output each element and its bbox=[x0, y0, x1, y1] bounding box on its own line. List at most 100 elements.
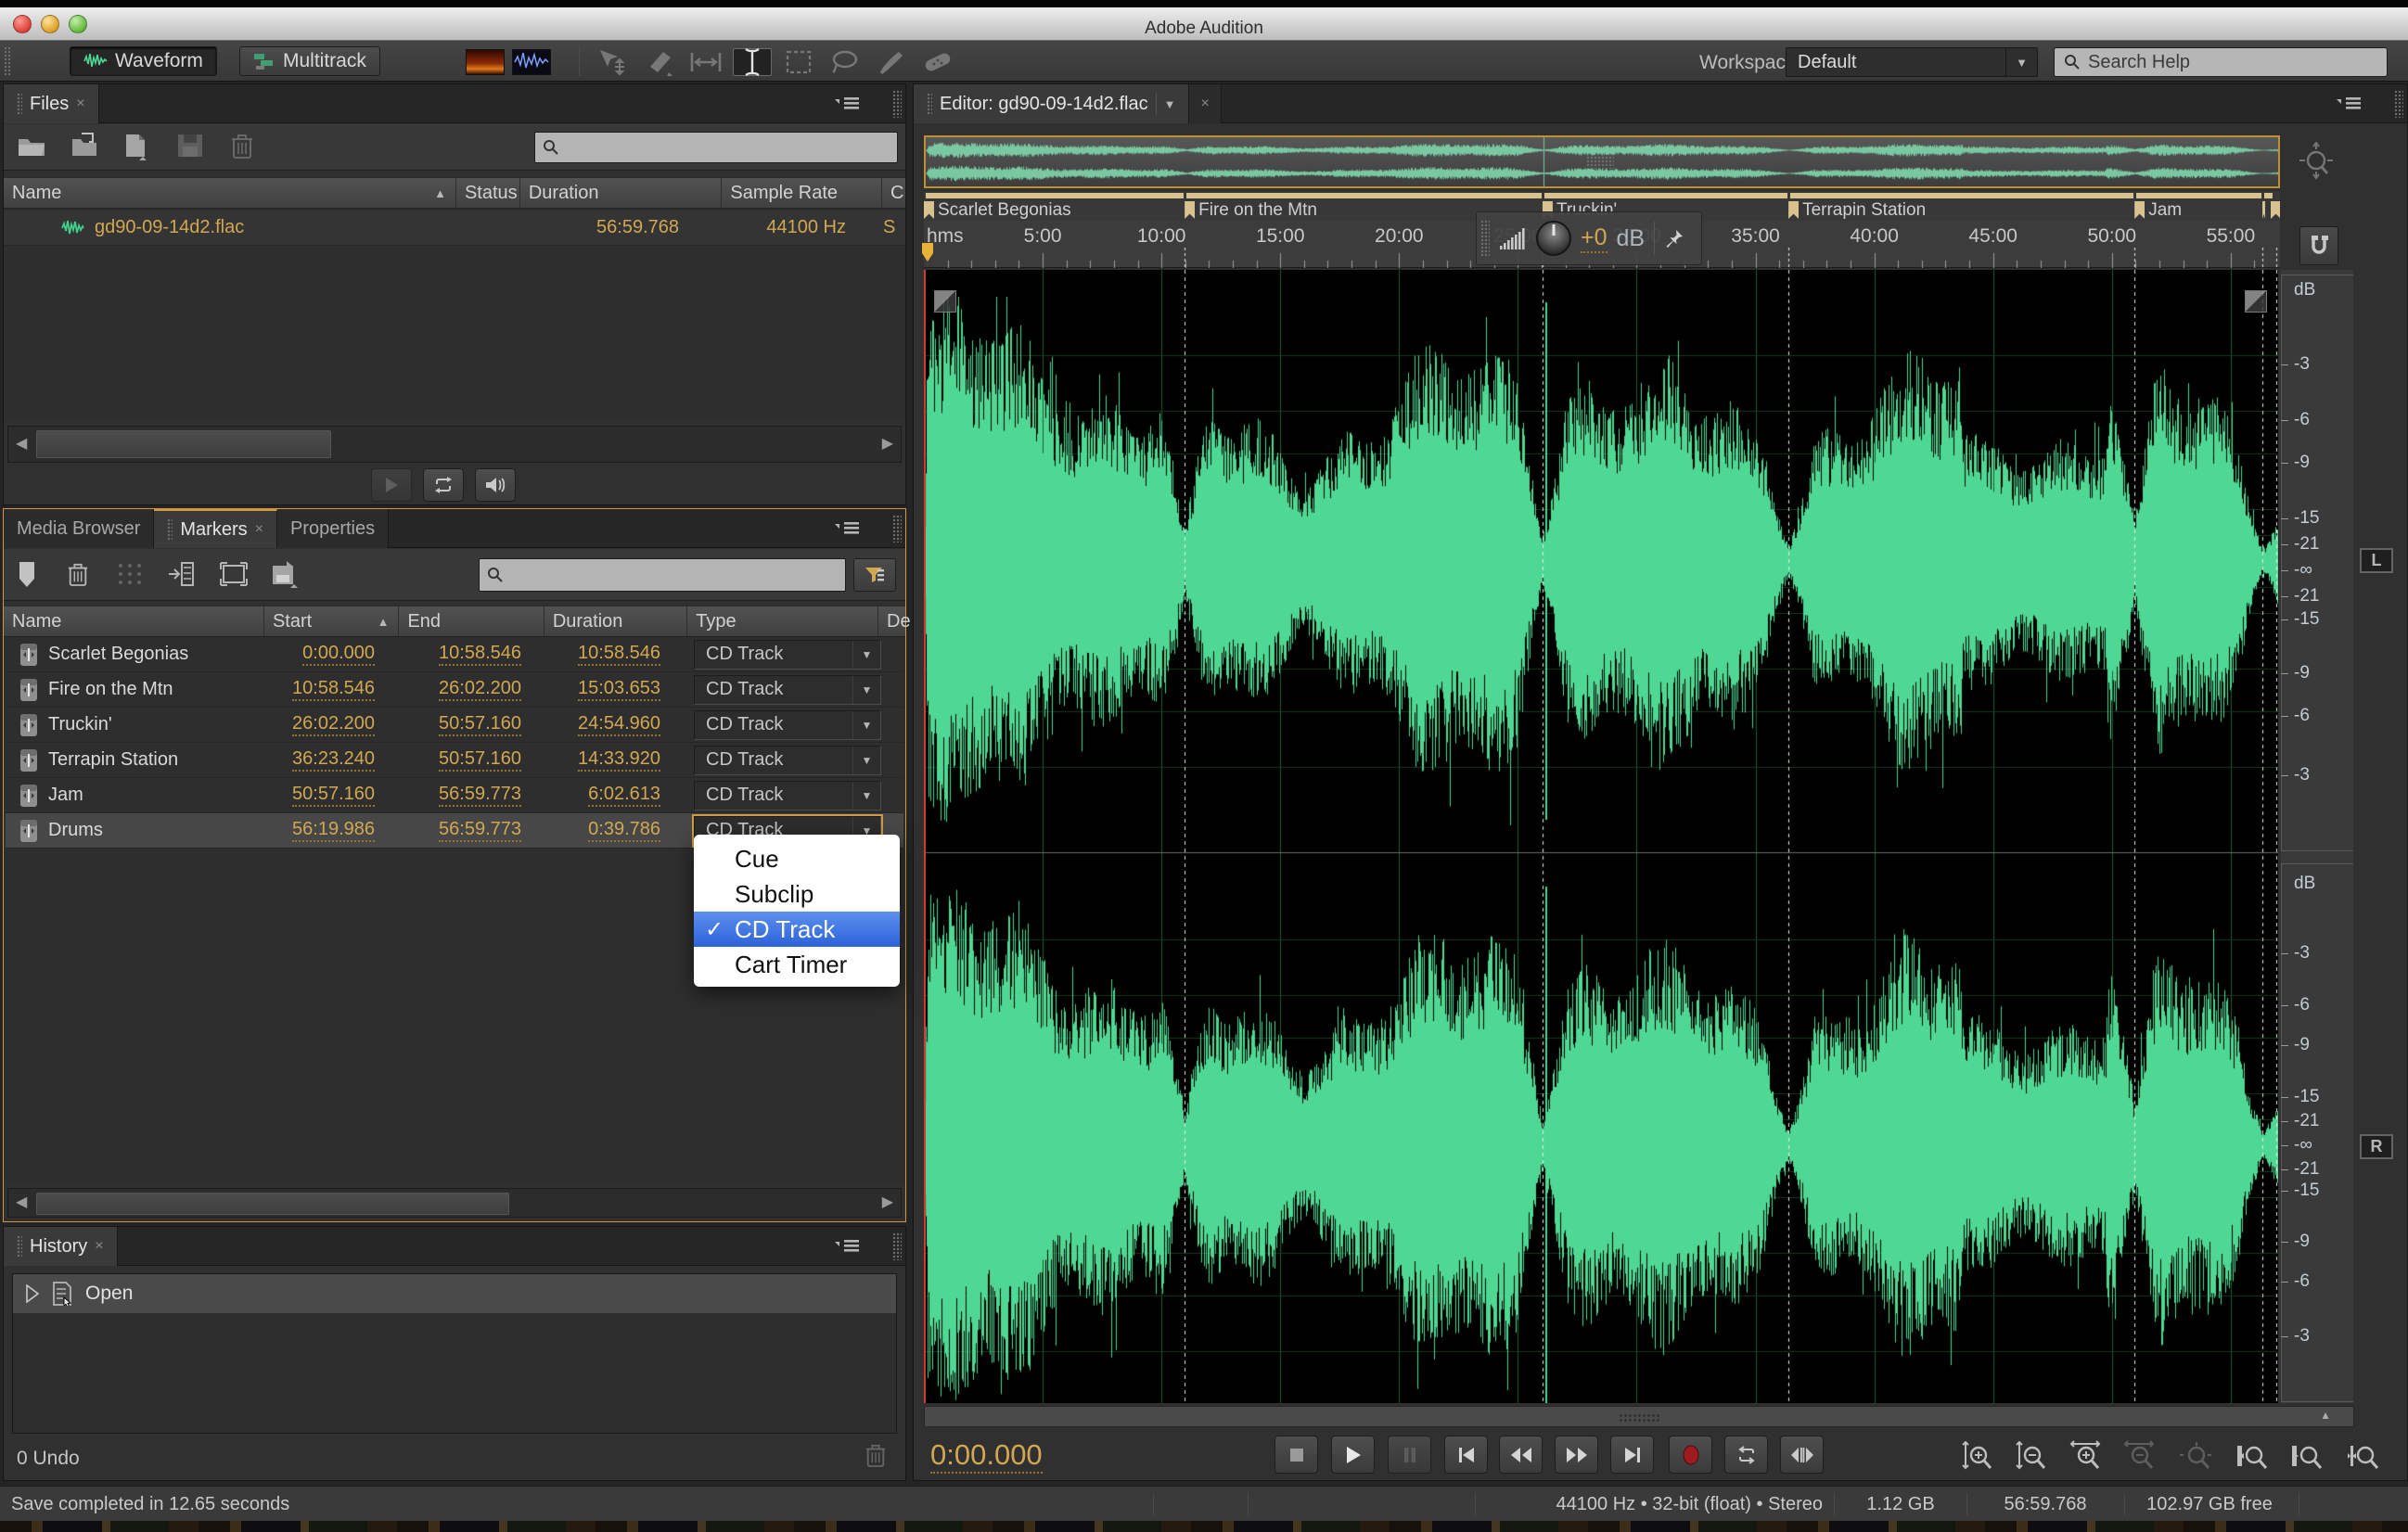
channel-solo-right-icon[interactable] bbox=[2245, 290, 2267, 313]
timeline-marker-flag[interactable]: Terrapin Station bbox=[1788, 200, 1926, 220]
waveform-display-toggle[interactable] bbox=[512, 49, 551, 75]
delete-marker-icon[interactable] bbox=[67, 560, 89, 588]
overview-strip[interactable] bbox=[924, 135, 2280, 188]
timeline-marker-flag[interactable] bbox=[2271, 200, 2280, 220]
files-col-c[interactable]: C bbox=[881, 178, 905, 208]
panel-menu-icon[interactable] bbox=[2335, 94, 2366, 114]
timeline-marker-flag[interactable]: Scarlet Begonias bbox=[924, 200, 1071, 220]
marker-duration[interactable]: 0:39.786 bbox=[588, 819, 660, 842]
hud-gain-value[interactable]: +0 bbox=[1581, 224, 1607, 253]
skip-to-end-button[interactable] bbox=[1610, 1436, 1654, 1474]
time-selection-tool[interactable] bbox=[733, 47, 772, 77]
hud-grip[interactable] bbox=[1480, 220, 1490, 257]
multitrack-view-button[interactable]: Multitrack bbox=[239, 46, 380, 76]
marker-duration[interactable]: 10:58.546 bbox=[578, 643, 660, 666]
marker-start[interactable]: 0:00.000 bbox=[302, 643, 375, 666]
overview-handle[interactable] bbox=[1586, 156, 1614, 169]
marker-end[interactable]: 56:59.773 bbox=[439, 784, 521, 807]
help-search-input[interactable] bbox=[2088, 51, 2377, 73]
marker-start[interactable]: 50:57.160 bbox=[292, 784, 375, 807]
volume-hud[interactable]: +0 dB bbox=[1476, 211, 1702, 265]
marker-duration[interactable]: 14:33.920 bbox=[578, 748, 660, 772]
collapse-arrow-icon[interactable]: ▲ bbox=[2320, 1409, 2331, 1422]
export-markers-icon[interactable] bbox=[271, 560, 299, 588]
marker-type-select[interactable]: CD Track ▼ bbox=[694, 639, 881, 670]
timeline-marker-flag[interactable]: Fire on the Mtn bbox=[1185, 200, 1317, 220]
rewind-button[interactable] bbox=[1499, 1436, 1543, 1474]
panel-grip[interactable] bbox=[2394, 90, 2403, 118]
waveform-canvas[interactable] bbox=[924, 270, 2278, 1403]
zoom-out-vertical[interactable] bbox=[2012, 1440, 2053, 1472]
marker-end[interactable]: 50:57.160 bbox=[439, 748, 521, 772]
new-content-icon[interactable] bbox=[122, 133, 150, 160]
marker-duration[interactable]: 24:54.960 bbox=[578, 713, 660, 736]
time-display[interactable]: 0:00.000 bbox=[930, 1438, 1043, 1474]
marker-type-select[interactable]: CD Track ▼ bbox=[694, 780, 881, 811]
waveform-view-button[interactable]: Waveform bbox=[70, 46, 217, 76]
marker-start[interactable]: 36:23.240 bbox=[292, 748, 375, 772]
markers-col-name[interactable]: Name bbox=[4, 606, 263, 636]
files-col-sample-rate[interactable]: Sample Rate bbox=[721, 178, 881, 208]
marker-end[interactable]: 26:02.200 bbox=[439, 678, 521, 701]
marker-row-fire-on-the-mtn[interactable]: Fire on the Mtn 10:58.546 26:02.200 15:03.6… bbox=[6, 672, 903, 708]
marker-row-scarlet-begonias[interactable]: Scarlet Begonias 0:00.000 10:58.546 10:58.5… bbox=[6, 637, 903, 672]
panel-menu-icon[interactable] bbox=[833, 518, 865, 539]
markers-search-box[interactable] bbox=[479, 558, 846, 592]
open-file-icon[interactable] bbox=[17, 134, 48, 160]
skip-selection-button[interactable] bbox=[1780, 1436, 1824, 1474]
pin-icon[interactable] bbox=[1664, 228, 1684, 249]
marker-end[interactable]: 50:57.160 bbox=[439, 713, 521, 736]
chevron-down-icon[interactable]: ▼ bbox=[1164, 97, 1176, 111]
marker-row-jam[interactable]: Jam 50:57.160 56:59.773 6:02.613 CD Track ▼ bbox=[6, 778, 903, 813]
markers-search-input[interactable] bbox=[509, 565, 838, 585]
menu-item-subclip[interactable]: Subclip bbox=[694, 876, 900, 912]
snap-toggle-button[interactable] bbox=[2299, 226, 2338, 265]
playhead[interactable] bbox=[924, 270, 926, 1403]
marker-start[interactable]: 10:58.546 bbox=[292, 678, 375, 701]
tab-media-browser[interactable]: Media Browser bbox=[4, 509, 155, 548]
channel-badge-right[interactable]: R bbox=[2360, 1134, 2393, 1159]
marker-end[interactable]: 10:58.546 bbox=[439, 643, 521, 666]
db-ruler-L[interactable] bbox=[2281, 274, 2353, 851]
menu-item-cue[interactable]: Cue bbox=[694, 841, 900, 876]
panel-grip[interactable] bbox=[892, 515, 902, 543]
import-file-icon[interactable] bbox=[69, 132, 100, 160]
tab-editor[interactable]: Editor: gd90-09-14d2.flac ▼ bbox=[914, 84, 1190, 123]
spectral-display-toggle[interactable] bbox=[466, 49, 505, 75]
close-icon[interactable]: × bbox=[255, 521, 263, 538]
tab-files[interactable]: Files × bbox=[4, 84, 99, 123]
markers-table-header[interactable]: Name Start ▲ End Duration Type De bbox=[4, 606, 911, 637]
fast-forward-button[interactable] bbox=[1555, 1436, 1598, 1474]
channel-badge-left[interactable]: L bbox=[2360, 548, 2393, 573]
files-row[interactable]: gd90-09-14d2.flac 56:59.768 44100 Hz S bbox=[4, 211, 905, 246]
menu-item-cart-timer[interactable]: Cart Timer bbox=[694, 947, 900, 982]
zoom-to-selection[interactable] bbox=[2345, 1440, 2386, 1472]
db-ruler[interactable]: dB -3 -6 -9 -15 -21 -∞ -21 -15 -9 -6 -3 dB -3 -6 -9 -15-… bbox=[2281, 270, 2353, 1403]
tab-properties[interactable]: Properties bbox=[276, 509, 390, 548]
insert-into-multitrack-icon[interactable] bbox=[167, 561, 195, 587]
zoom-in-vertical[interactable] bbox=[1958, 1440, 1999, 1472]
add-marker-icon[interactable] bbox=[17, 560, 37, 588]
marker-type-select[interactable]: CD Track ▼ bbox=[694, 745, 881, 775]
marker-row-truckin-[interactable]: Truckin' 26:02.200 50:57.160 24:54.960 CD Tr… bbox=[6, 708, 903, 743]
scroll-right-icon[interactable]: ▶ bbox=[882, 1193, 893, 1211]
marker-duration[interactable]: 15:03.653 bbox=[578, 678, 660, 701]
markers-col-de[interactable]: De bbox=[877, 606, 911, 636]
scrollbar-thumb[interactable] bbox=[36, 1193, 509, 1215]
markers-col-duration[interactable]: Duration bbox=[543, 606, 686, 636]
workspace-select[interactable]: Default ▼ bbox=[1786, 47, 2038, 77]
tab-close-zone[interactable]: × bbox=[1189, 84, 1222, 123]
scroll-right-icon[interactable]: ▶ bbox=[882, 434, 893, 453]
marker-type-select[interactable]: CD Track ▼ bbox=[694, 674, 881, 705]
markers-col-start[interactable]: Start ▲ bbox=[263, 606, 398, 636]
marker-type-select[interactable]: CD Track ▼ bbox=[694, 709, 881, 740]
files-col-name[interactable]: Name ▲ bbox=[4, 178, 455, 208]
marker-filter-button[interactable] bbox=[853, 558, 896, 592]
skip-to-start-button[interactable] bbox=[1444, 1436, 1488, 1474]
marker-start[interactable]: 26:02.200 bbox=[292, 713, 375, 736]
close-icon[interactable]: × bbox=[1200, 96, 1209, 112]
scrollbar-thumb[interactable] bbox=[36, 430, 331, 458]
play-button[interactable] bbox=[1331, 1436, 1375, 1474]
panel-menu-icon[interactable] bbox=[833, 1236, 865, 1257]
export-range-markers-icon[interactable] bbox=[219, 561, 249, 587]
